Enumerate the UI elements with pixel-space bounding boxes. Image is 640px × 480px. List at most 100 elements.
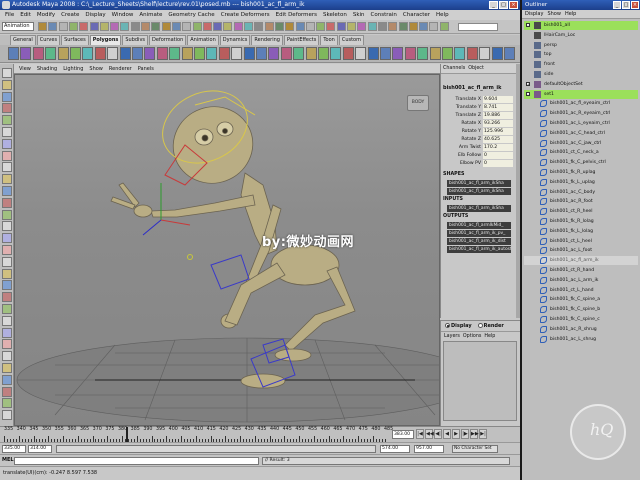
menu-edit-deformers[interactable]: Edit Deformers <box>273 12 320 18</box>
shelf-tool-icon[interactable] <box>156 47 168 60</box>
toolbox-tool-icon[interactable] <box>2 162 12 173</box>
shelf-tab-polygons[interactable]: Polygons <box>89 35 122 45</box>
toolbox-tool-icon[interactable] <box>2 339 12 350</box>
outliner-item[interactable]: bish001_ac_L_eyeaim_ctrl <box>524 119 638 128</box>
shelf-tool-icon[interactable] <box>454 47 466 60</box>
toolbox-tool-icon[interactable] <box>2 386 12 397</box>
viewport-menu-lighting[interactable]: Lighting <box>60 66 86 72</box>
maximize-button[interactable]: □ <box>499 1 508 9</box>
channel-value[interactable]: 8.741 <box>483 104 513 111</box>
shelf-tool-icon[interactable] <box>491 47 503 60</box>
current-time-marker[interactable] <box>125 427 128 443</box>
menu-modify[interactable]: Modify <box>34 12 58 18</box>
status-tool-icon[interactable] <box>264 22 274 31</box>
shelf-tool-icon[interactable] <box>57 47 69 60</box>
help-menu[interactable]: Help <box>484 334 495 339</box>
outliner-item[interactable]: persp <box>524 41 638 50</box>
shelf-tool-icon[interactable] <box>132 47 143 60</box>
channel-value[interactable]: 0 <box>483 152 513 159</box>
toolbox-tool-icon[interactable] <box>2 209 12 220</box>
shelf-tool-icon[interactable] <box>330 47 342 60</box>
status-tool-icon[interactable] <box>408 22 418 31</box>
toolbox-tool-icon[interactable] <box>2 233 12 244</box>
outputs-node[interactable]: bish001_ac_fl_arm_ik_pv_ <box>447 230 511 237</box>
outliner-item[interactable]: bish001_ac_fl_eyeaim_ctrl <box>524 99 638 108</box>
status-tool-icon[interactable] <box>171 22 181 31</box>
status-tool-icon[interactable] <box>367 22 377 31</box>
viewport-menu-view[interactable]: View <box>16 66 34 72</box>
time-slider[interactable]: 335 340 345 350 355 360 365 370 375 380 385 390 395 4… <box>0 426 520 443</box>
minimize-button[interactable]: _ <box>489 1 498 9</box>
status-tool-icon[interactable] <box>388 22 398 31</box>
channel-row[interactable]: Arm Twist 170.2 <box>443 144 515 151</box>
perspective-viewport[interactable]: BODY by:微妙动画网 <box>14 74 440 426</box>
shapes-node[interactable]: bish001_ac_fl_arm_ikSha <box>447 180 511 187</box>
toolbox-tool-icon[interactable] <box>2 374 12 385</box>
menu-skin[interactable]: Skin <box>350 12 368 18</box>
shelf-tab-surfaces[interactable]: Surfaces <box>61 35 89 45</box>
shelf-tool-icon[interactable] <box>107 47 119 60</box>
status-tool-icon[interactable] <box>429 22 439 31</box>
status-tool-icon[interactable] <box>48 22 58 31</box>
channel-row[interactable]: Rotate X 93.266 <box>443 120 515 127</box>
expand-toggle-icon[interactable]: - <box>526 91 530 96</box>
outliner-item[interactable]: bish001_fk_L_lolag <box>524 227 638 236</box>
menu-set-selector[interactable]: Animation <box>2 22 34 31</box>
range-start-field[interactable]: 335.00 <box>2 445 26 453</box>
channel-value[interactable]: 170.2 <box>483 144 513 151</box>
channel-value[interactable]: 19.886 <box>483 112 513 119</box>
outliner-item[interactable]: bish001_ac_L_shrug <box>524 335 638 344</box>
go-to-start-button[interactable]: |◀ <box>416 429 424 439</box>
toolbox-tool-icon[interactable] <box>2 315 12 326</box>
shelf-tool-icon[interactable] <box>268 47 280 60</box>
outliner-item[interactable]: bish001_ac_C_body <box>524 188 638 197</box>
layers-menu[interactable]: Layers <box>444 334 460 339</box>
shelf-tool-icon[interactable] <box>466 47 478 60</box>
toolbox-tool-icon[interactable] <box>2 150 12 161</box>
shelf-tool-icon[interactable] <box>169 47 181 60</box>
shelf-tool-icon[interactable] <box>32 47 44 60</box>
status-tool-icon[interactable] <box>110 22 120 31</box>
shelf-tool-icon[interactable] <box>243 47 255 60</box>
shelf-tab-deformation[interactable]: Deformation <box>149 35 187 45</box>
shelf-tool-icon[interactable] <box>342 47 354 60</box>
toolbox-tool-icon[interactable] <box>2 351 12 362</box>
menu-window[interactable]: Window <box>109 12 137 18</box>
close-button[interactable]: × <box>509 1 518 9</box>
outliner-show-menu[interactable]: Show <box>547 11 561 17</box>
play-forward-button[interactable]: ▶ <box>452 429 460 439</box>
shelf-tab-toon[interactable]: Toon <box>320 35 338 45</box>
outputs-node[interactable]: bish001_ac_fl_armIkMid_ <box>447 222 511 229</box>
step-back-frame-button[interactable]: ◀| <box>434 429 442 439</box>
outliner-item[interactable]: bish001_fk_C_spine_c <box>524 315 638 324</box>
range-handle[interactable] <box>57 446 375 452</box>
toolbox-tool-icon[interactable] <box>2 280 12 291</box>
menu-constrain[interactable]: Constrain <box>368 12 400 18</box>
outputs-node[interactable]: bish001_ac_fl_arm_ik_dist <box>447 238 511 245</box>
shelf-tab-curves[interactable]: Curves <box>36 35 61 45</box>
status-tool-icon[interactable] <box>68 22 78 31</box>
status-tool-icon[interactable] <box>419 22 429 31</box>
selected-object-name[interactable]: bish001_ac_fl_arm_ik <box>443 85 515 93</box>
outliner-item[interactable]: bish001_ac_C_jaw_ctrl <box>524 139 638 148</box>
status-tool-icon[interactable] <box>213 22 223 31</box>
shelf-tool-icon[interactable] <box>20 47 32 60</box>
quick-selection-field[interactable] <box>458 23 498 31</box>
channel-value[interactable]: 93.266 <box>483 120 513 127</box>
shelf-tool-icon[interactable] <box>293 47 305 60</box>
inputs-node[interactable]: bish001_ac_fl_arm_ikSha <box>447 205 511 212</box>
range-end-field[interactable]: 957.00 <box>414 445 444 453</box>
channel-value[interactable]: 40.625 <box>483 136 513 143</box>
shelf-tool-icon[interactable] <box>82 47 94 60</box>
playback-start-field[interactable]: 314.00 <box>28 445 52 453</box>
viewport-menu-show[interactable]: Show <box>86 66 106 72</box>
shelf-tool-icon[interactable] <box>404 47 416 60</box>
shelf-tool-icon[interactable] <box>504 47 515 60</box>
step-back-key-button[interactable]: ◀◀ <box>425 429 434 439</box>
render-layer-radio[interactable]: Render <box>477 323 504 329</box>
channel-value[interactable]: 125.996 <box>483 128 513 135</box>
channel-row[interactable]: Rotate Y 125.996 <box>443 128 515 135</box>
channel-value[interactable]: 9.604 <box>483 96 513 103</box>
options-menu[interactable]: Options <box>463 334 482 339</box>
outliner-item[interactable]: bish001_ct_R_hand <box>524 266 638 275</box>
